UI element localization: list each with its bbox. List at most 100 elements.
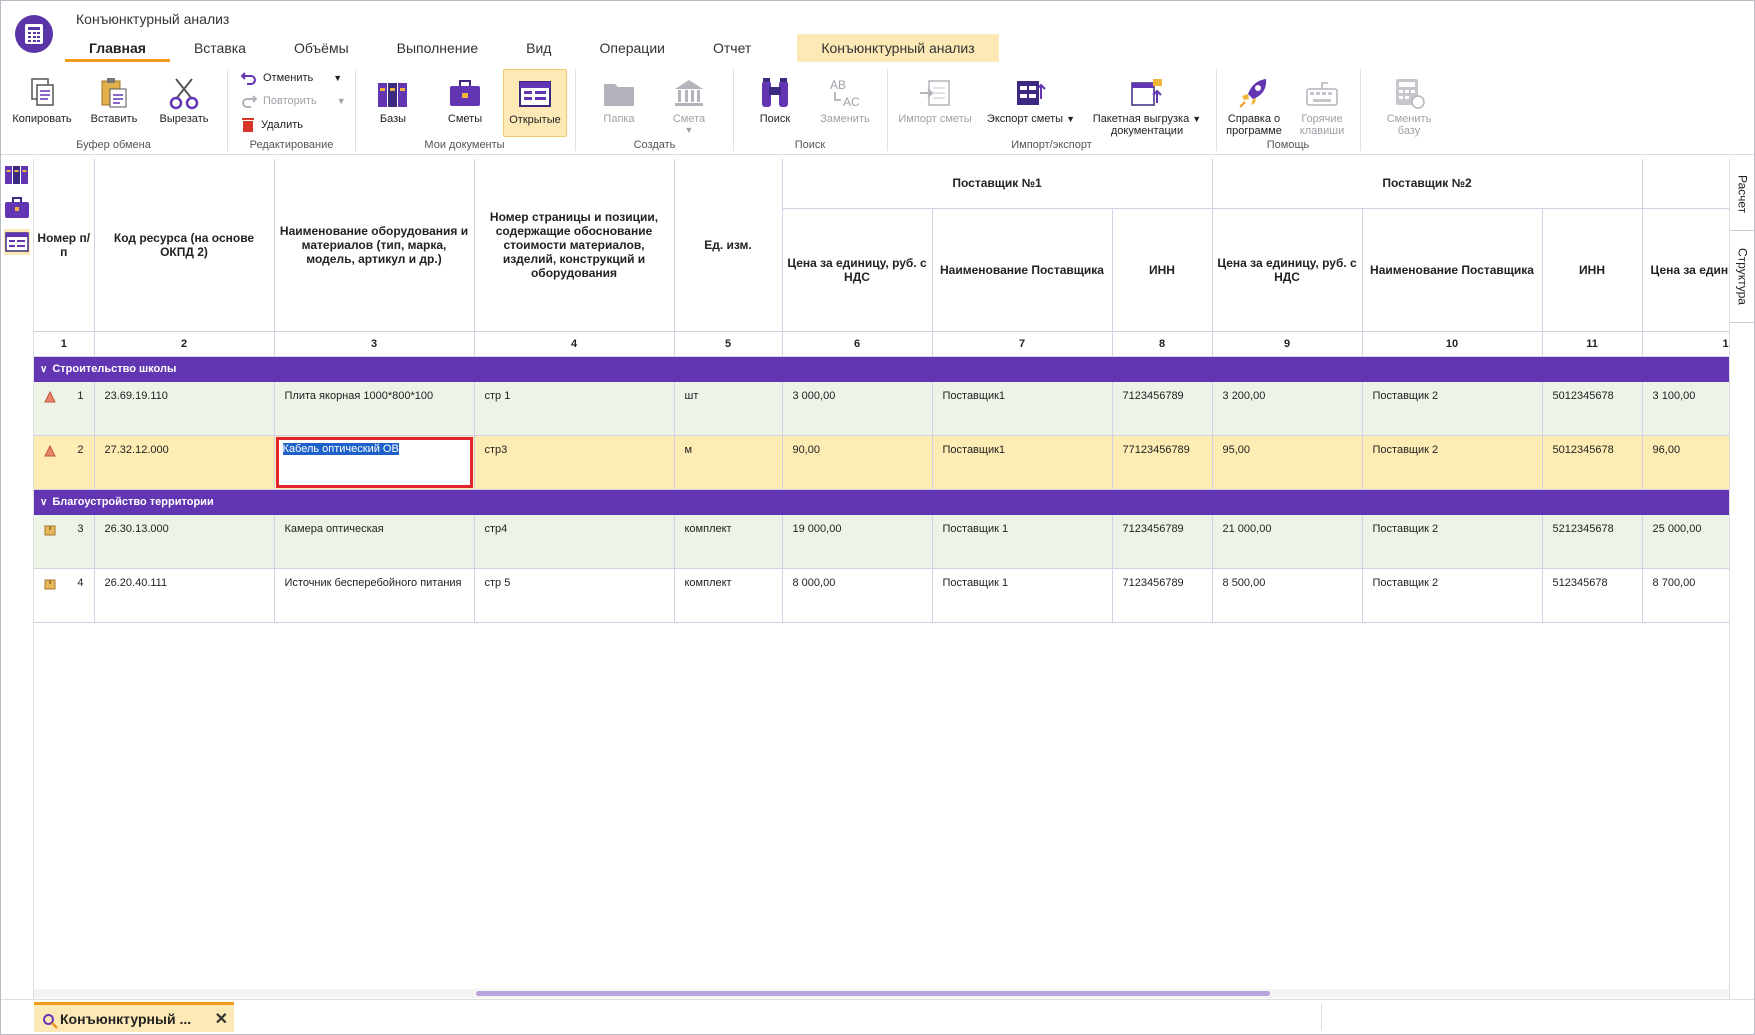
tab-market-analysis[interactable]: Конъюнктурный анализ — [797, 34, 999, 62]
cell-code[interactable]: 23.69.19.110 — [94, 381, 275, 436]
cell-name[interactable]: Плита якорная 1000*800*100 — [274, 381, 475, 436]
tab-insert[interactable]: Вставка — [170, 34, 270, 62]
delete-button[interactable]: Удалить — [241, 117, 303, 133]
tab-volumes[interactable]: Объёмы — [270, 34, 373, 62]
cut-button[interactable]: Вырезать — [151, 69, 217, 135]
redo-dropdown-icon[interactable]: ▼ — [337, 96, 346, 106]
cell-code[interactable]: 26.30.13.000 — [94, 514, 275, 569]
cell-inn-2[interactable]: 512345678 — [1542, 568, 1643, 623]
replace-button[interactable]: AB AC Заменить — [813, 69, 877, 135]
folder-button[interactable]: Папка — [587, 69, 651, 135]
cell-code[interactable]: 26.20.40.111 — [94, 568, 275, 623]
header-num: Номер п/п — [34, 159, 95, 332]
cell-price-2[interactable]: 8 500,00 — [1212, 568, 1363, 623]
bases-button[interactable]: Базы — [361, 69, 425, 135]
cell-price-3[interactable]: 96,00 — [1642, 435, 1729, 490]
cell-name[interactable]: Камера оптическая — [274, 514, 475, 569]
analysis-table: Номер п/п Код ресурса (на основе ОКПД 2)… — [34, 159, 1729, 623]
cell-price-1[interactable]: 8 000,00 — [782, 568, 933, 623]
cell-inn-1[interactable]: 7123456789 — [1112, 514, 1213, 569]
open-docs-button[interactable]: Открытые — [503, 69, 567, 137]
tab-report[interactable]: Отчет — [689, 34, 775, 62]
cell-supplier-1[interactable]: Поставщик1 — [932, 435, 1113, 490]
find-button[interactable]: Поиск — [743, 69, 807, 135]
cell-editor-input[interactable]: Кабель оптический ОВ — [275, 436, 473, 488]
cell-inn-2[interactable]: 5212345678 — [1542, 514, 1643, 569]
redo-button[interactable]: Повторить ▼ — [241, 94, 346, 108]
document-tab[interactable]: Конъюнктурный ... ✕ — [34, 1002, 234, 1032]
cell-name-editing[interactable]: Кабель оптический ОВ — [274, 435, 475, 490]
estimate-dropdown-icon[interactable]: ▼ — [657, 125, 721, 135]
cell-page[interactable]: стр 1 — [474, 381, 675, 436]
import-estimate-button[interactable]: Импорт сметы — [893, 69, 977, 135]
open-docs-quick-icon[interactable] — [4, 229, 30, 255]
estimates-button[interactable]: Сметы — [433, 69, 497, 135]
chevron-down-icon[interactable]: ∨ — [40, 497, 47, 508]
copy-button[interactable]: Копировать — [7, 69, 77, 135]
cell-price-3[interactable]: 25 000,00 — [1642, 514, 1729, 569]
cell-price-1[interactable]: 19 000,00 — [782, 514, 933, 569]
cell-price-2[interactable]: 21 000,00 — [1212, 514, 1363, 569]
cell-code[interactable]: 27.32.12.000 — [94, 435, 275, 490]
tab-calculation[interactable]: Расчет — [1730, 159, 1755, 231]
undo-dropdown-icon[interactable]: ▼ — [333, 73, 342, 83]
hotkeys-button[interactable]: Горячие клавиши — [1290, 69, 1354, 137]
cell-price-2[interactable]: 95,00 — [1212, 435, 1363, 490]
cell-unit[interactable]: комплект — [674, 514, 783, 569]
cell-supplier-2[interactable]: Поставщик 2 — [1362, 514, 1543, 569]
cell-price-3[interactable]: 3 100,00 — [1642, 381, 1729, 436]
group-row[interactable]: ∨ Строительство школы — [34, 356, 1729, 382]
scrollbar-thumb[interactable] — [476, 991, 1270, 996]
chevron-down-icon[interactable]: ∨ — [40, 364, 47, 375]
cell-unit[interactable]: шт — [674, 381, 783, 436]
cell-inn-1[interactable]: 7123456789 — [1112, 381, 1213, 436]
cell-name[interactable]: Источник бесперебойного питания — [274, 568, 475, 623]
col-number: 2 — [94, 331, 275, 357]
tab-execution[interactable]: Выполнение — [373, 34, 502, 62]
warning-icon — [44, 444, 56, 456]
cell-unit[interactable]: м — [674, 435, 783, 490]
cell-page[interactable]: стр 5 — [474, 568, 675, 623]
group-label-clipboard: Буфер обмена — [76, 139, 151, 151]
table-row[interactable]: 4 26.20.40.111 Источник бесперебойного п… — [34, 568, 1729, 623]
batch-dropdown-icon[interactable]: ▼ — [1192, 114, 1201, 124]
new-estimate-button[interactable]: Смета ▼ — [657, 69, 721, 135]
cell-supplier-1[interactable]: Поставщик1 — [932, 381, 1113, 436]
tab-structure[interactable]: Структура — [1730, 231, 1755, 323]
paste-button[interactable]: Вставить — [79, 69, 149, 135]
cell-supplier-1[interactable]: Поставщик 1 — [932, 568, 1113, 623]
app-logo-icon[interactable] — [15, 15, 53, 53]
estimates-quick-icon[interactable] — [4, 195, 30, 221]
bases-quick-icon[interactable] — [4, 161, 30, 187]
tab-operations[interactable]: Операции — [575, 34, 689, 62]
cell-supplier-2[interactable]: Поставщик 2 — [1362, 568, 1543, 623]
close-icon[interactable]: ✕ — [215, 1009, 228, 1029]
cell-price-1[interactable]: 90,00 — [782, 435, 933, 490]
cell-unit[interactable]: комплект — [674, 568, 783, 623]
undo-button[interactable]: Отменить ▼ — [241, 71, 342, 85]
cell-page[interactable]: стр3 — [474, 435, 675, 490]
group-row[interactable]: ∨ Благоустройство территории — [34, 489, 1729, 515]
cell-price-2[interactable]: 3 200,00 — [1212, 381, 1363, 436]
table-row[interactable]: 3 26.30.13.000 Камера оптическая стр4 ко… — [34, 514, 1729, 569]
about-button[interactable]: Справка о программе — [1220, 69, 1288, 137]
batch-export-button[interactable]: Пакетная выгрузка ▼ документации — [1085, 69, 1209, 137]
switch-base-button[interactable]: Сменить базу — [1374, 69, 1444, 137]
cell-price-3[interactable]: 8 700,00 — [1642, 568, 1729, 623]
cell-supplier-2[interactable]: Поставщик 2 — [1362, 381, 1543, 436]
horizontal-scrollbar[interactable] — [34, 989, 1729, 998]
export-dropdown-icon[interactable]: ▼ — [1066, 114, 1075, 124]
cell-page[interactable]: стр4 — [474, 514, 675, 569]
tab-home[interactable]: Главная — [65, 34, 170, 62]
tab-view[interactable]: Вид — [502, 34, 575, 62]
table-row[interactable]: 1 23.69.19.110 Плита якорная 1000*800*10… — [34, 381, 1729, 436]
cell-supplier-2[interactable]: Поставщик 2 — [1362, 435, 1543, 490]
cell-inn-1[interactable]: 77123456789 — [1112, 435, 1213, 490]
table-row-selected[interactable]: 2 27.32.12.000 Кабель оптический ОВ стр3… — [34, 435, 1729, 490]
cell-supplier-1[interactable]: Поставщик 1 — [932, 514, 1113, 569]
cell-inn-2[interactable]: 5012345678 — [1542, 435, 1643, 490]
cell-inn-2[interactable]: 5012345678 — [1542, 381, 1643, 436]
cell-price-1[interactable]: 3 000,00 — [782, 381, 933, 436]
cell-inn-1[interactable]: 7123456789 — [1112, 568, 1213, 623]
export-estimate-button[interactable]: Экспорт сметы ▼ — [981, 69, 1081, 135]
